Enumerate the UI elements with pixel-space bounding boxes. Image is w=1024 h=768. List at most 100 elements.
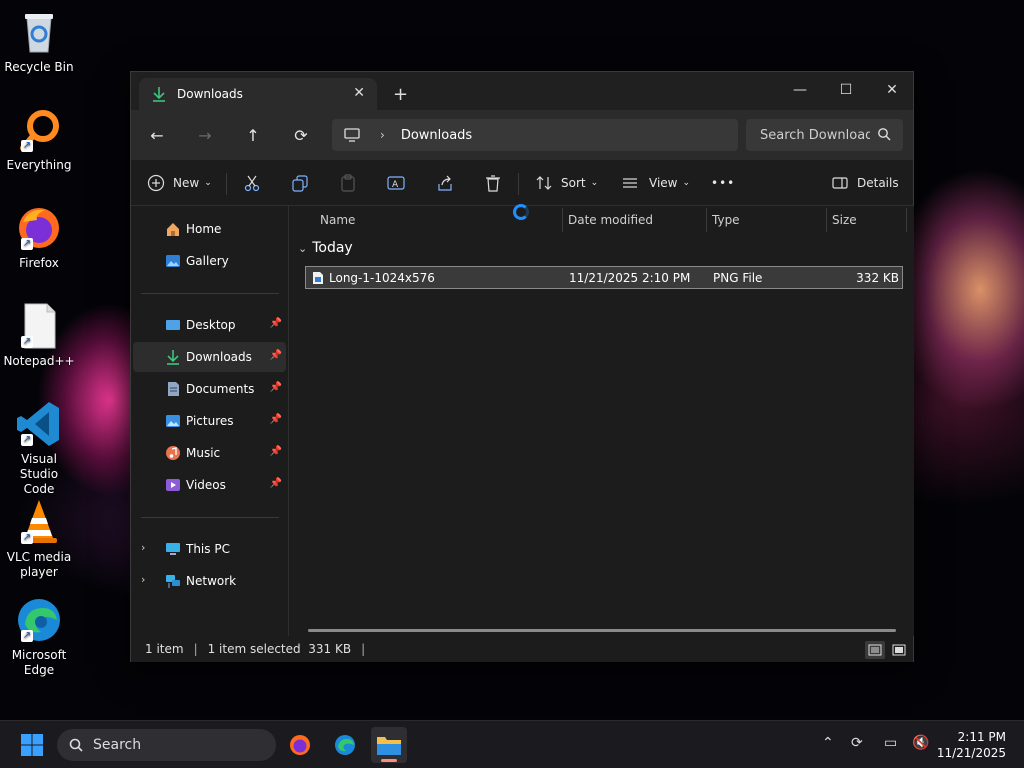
search-icon: [69, 738, 83, 752]
desktop-icon-vlc[interactable]: ↗ VLC media player: [4, 498, 74, 580]
close-button[interactable]: ✕: [869, 76, 915, 104]
pin-icon[interactable]: 📌: [270, 414, 282, 425]
column-divider[interactable]: [562, 208, 563, 232]
system-clock[interactable]: 2:11 PM 11/21/2025: [937, 729, 1006, 761]
pin-icon[interactable]: 📌: [270, 478, 282, 489]
tab-downloads[interactable]: Downloads ✕: [139, 78, 377, 110]
sidebar-item-music[interactable]: Music 📌: [133, 438, 286, 468]
taskbar-search-box[interactable]: Search: [57, 729, 276, 761]
forward-arrow-icon[interactable]: →: [193, 123, 217, 147]
show-hidden-icons-chevron-icon[interactable]: ⌃: [822, 735, 834, 751]
new-tab-button[interactable]: +: [393, 84, 408, 105]
back-arrow-icon[interactable]: ←: [145, 123, 169, 147]
sidebar-item-documents[interactable]: Documents 📌: [133, 374, 286, 404]
search-input[interactable]: [760, 127, 870, 143]
refresh-icon[interactable]: ⟳: [289, 123, 313, 147]
shortcut-arrow-icon: ↗: [21, 336, 33, 348]
desktop-icon-edge[interactable]: ↗ Microsoft Edge: [4, 596, 74, 678]
desktop-icon-firefox[interactable]: ↗ Firefox: [4, 204, 74, 271]
file-explorer-window[interactable]: Downloads ✕ + — ☐ ✕ ← → ↑ ⟳ › Downloads: [130, 71, 914, 662]
pin-icon[interactable]: 📌: [270, 318, 282, 329]
delete-button[interactable]: [484, 171, 502, 195]
pin-icon[interactable]: 📌: [270, 446, 282, 457]
tab-close-icon[interactable]: ✕: [353, 85, 365, 101]
column-divider[interactable]: [906, 208, 907, 232]
sidebar-item-downloads[interactable]: Downloads 📌: [133, 342, 286, 372]
start-button[interactable]: [14, 727, 50, 763]
chevron-down-icon[interactable]: ⌄: [298, 242, 307, 255]
sidebar-item-pictures[interactable]: Pictures 📌: [133, 406, 286, 436]
file-date-modified: 11/21/2025 2:10 PM: [569, 270, 691, 285]
share-button[interactable]: [436, 171, 454, 195]
sidebar-item-gallery[interactable]: Gallery: [133, 246, 286, 276]
title-bar[interactable]: Downloads ✕ + — ☐ ✕: [131, 72, 913, 110]
search-box[interactable]: [746, 119, 903, 151]
cut-button[interactable]: [243, 171, 261, 195]
breadcrumb-downloads[interactable]: Downloads: [401, 128, 472, 143]
more-options-button[interactable]: •••: [711, 171, 735, 195]
sync-status-icon[interactable]: ⟳: [851, 735, 863, 751]
shortcut-arrow-icon: ↗: [21, 630, 33, 642]
sidebar-item-label: Network: [186, 574, 237, 588]
group-label: Today: [312, 240, 353, 256]
tiles-view-button[interactable]: [889, 641, 909, 659]
taskbar-firefox[interactable]: [282, 727, 318, 763]
plus-circle-icon: [147, 174, 165, 192]
taskbar-edge[interactable]: [327, 727, 363, 763]
chevron-down-icon: ⌄: [204, 178, 212, 188]
new-button[interactable]: New ⌄: [147, 171, 212, 195]
column-header-name[interactable]: Name: [320, 206, 355, 234]
column-divider[interactable]: [826, 208, 827, 232]
taskbar-file-explorer[interactable]: [371, 727, 407, 763]
document-icon: ↗: [15, 302, 63, 350]
desktop-icon-recycle-bin[interactable]: Recycle Bin: [4, 8, 74, 75]
address-bar[interactable]: › Downloads: [332, 119, 738, 151]
up-arrow-icon[interactable]: ↑: [241, 123, 265, 147]
details-view-button[interactable]: [865, 641, 885, 659]
new-label: New: [173, 176, 200, 190]
column-header-size[interactable]: Size: [832, 206, 857, 234]
group-header-today[interactable]: ⌄ Today: [298, 240, 353, 256]
chevron-right-icon[interactable]: ›: [141, 541, 145, 554]
search-icon[interactable]: [877, 127, 891, 141]
sidebar-item-network[interactable]: › Network: [133, 566, 286, 596]
svg-text:A: A: [392, 180, 399, 190]
table-row[interactable]: Long-1-1024x576 11/21/2025 2:10 PM PNG F…: [305, 266, 903, 289]
navigation-bar: ← → ↑ ⟳ › Downloads: [131, 110, 913, 160]
pin-icon[interactable]: 📌: [270, 350, 282, 361]
horizontal-scrollbar[interactable]: [308, 629, 896, 632]
sidebar-item-desktop[interactable]: Desktop 📌: [133, 310, 286, 340]
music-icon: [166, 446, 180, 460]
chevron-right-icon[interactable]: ›: [141, 573, 145, 586]
sidebar-item-this-pc[interactable]: › This PC: [133, 534, 286, 564]
paste-button[interactable]: [339, 171, 357, 195]
details-view-icon: [868, 644, 882, 656]
sidebar-item-home[interactable]: Home: [133, 214, 286, 244]
chevron-down-icon: ⌄: [590, 178, 599, 188]
desktop-icon-label: Microsoft Edge: [11, 648, 67, 677]
desktop-icon-notepadpp[interactable]: ↗ Notepad++: [3, 302, 75, 369]
file-list-pane[interactable]: Name Date modified Type Size ⌄ Today Lon…: [290, 206, 914, 636]
desktop-icon-vscode[interactable]: ↗ Visual Studio Code: [4, 400, 74, 497]
minimize-button[interactable]: —: [777, 76, 823, 104]
rename-button[interactable]: A: [387, 171, 405, 195]
column-header-date-modified[interactable]: Date modified: [568, 206, 653, 234]
toolbar-divider: [226, 173, 227, 195]
desktop-icon-everything[interactable]: ↗ Everything: [4, 106, 74, 173]
details-button[interactable]: Details: [831, 171, 899, 195]
sidebar-item-label: Music: [186, 446, 221, 460]
network-status-icon[interactable]: ▭: [884, 735, 897, 751]
rename-icon: A: [387, 176, 405, 190]
column-divider[interactable]: [706, 208, 707, 232]
volume-muted-icon[interactable]: 🔇: [912, 735, 929, 751]
sidebar-item-videos[interactable]: Videos 📌: [133, 470, 286, 500]
column-header-type[interactable]: Type: [712, 206, 740, 234]
maximize-button[interactable]: ☐: [823, 76, 869, 104]
sidebar-divider: [141, 517, 279, 518]
clipboard-icon: [341, 174, 355, 192]
copy-button[interactable]: [291, 171, 309, 195]
view-button[interactable]: View ⌄: [621, 171, 690, 195]
pin-icon[interactable]: 📌: [270, 382, 282, 393]
recycle-bin-icon: [15, 8, 63, 56]
sort-button[interactable]: Sort ⌄: [535, 171, 598, 195]
